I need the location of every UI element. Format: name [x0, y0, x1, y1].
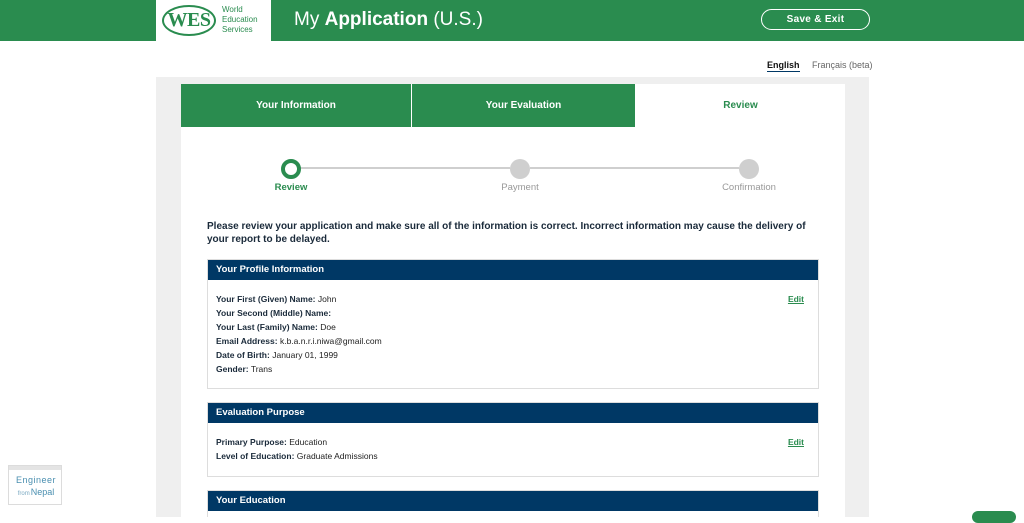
- tab-review[interactable]: Review: [636, 84, 845, 127]
- step-review-dot: [281, 159, 301, 179]
- field-label: Your Last (Family) Name:: [216, 322, 318, 332]
- field-value: Education: [289, 437, 328, 447]
- profile-row: Date of Birth: January 01, 1999: [216, 350, 338, 361]
- step-review-label: Review: [274, 182, 308, 193]
- profile-row: Email Address: k.b.a.n.r.i.niwa@gmail.co…: [216, 336, 382, 347]
- logo-mark: WES: [167, 9, 211, 31]
- education-section: Your Education: [207, 490, 819, 517]
- watermark-nepal: Nepal: [30, 487, 55, 497]
- edit-purpose-link[interactable]: Edit: [788, 437, 804, 447]
- field-value: Doe: [320, 322, 336, 332]
- review-instructions: Please review your application and make …: [207, 221, 806, 245]
- title-suffix: (U.S.): [428, 9, 483, 30]
- logo-line-1: World: [222, 5, 243, 14]
- tab-your-evaluation[interactable]: Your Evaluation: [412, 84, 635, 127]
- field-value: John: [317, 294, 337, 304]
- profile-section-title: Your Profile Information: [208, 260, 818, 280]
- purpose-section: Evaluation Purpose Edit Primary Purpose:…: [207, 402, 819, 477]
- field-label: Gender:: [216, 364, 249, 374]
- field-label: Primary Purpose:: [216, 437, 287, 447]
- profile-row: Gender: Trans: [216, 364, 272, 375]
- step-confirmation-label: Confirmation: [722, 182, 776, 193]
- logo-text: World Education Services: [222, 5, 270, 35]
- profile-row: Your Second (Middle) Name:: [216, 308, 331, 319]
- step-confirmation-dot: [739, 159, 759, 179]
- step-payment-label: Payment: [501, 182, 539, 193]
- title-bold: Application: [324, 9, 429, 30]
- field-label: Your Second (Middle) Name:: [216, 308, 332, 318]
- save-exit-button[interactable]: Save & Exit: [761, 9, 870, 30]
- page-title: My Application (U.S.): [294, 9, 483, 31]
- wes-logo[interactable]: WES World Education Services: [156, 0, 271, 41]
- tab-your-information[interactable]: Your Information: [181, 84, 411, 127]
- field-value: Trans: [250, 364, 273, 374]
- title-prefix: My: [294, 9, 325, 30]
- top-bar: [0, 0, 1024, 41]
- progress-line: [300, 167, 510, 169]
- edit-profile-link[interactable]: Edit: [788, 294, 804, 304]
- field-label: Your First (Given) Name:: [216, 294, 316, 304]
- progress-line: [530, 167, 739, 169]
- profile-section: Your Profile Information Edit Your First…: [207, 259, 819, 389]
- language-french-link[interactable]: Français (beta): [812, 59, 873, 71]
- profile-row: Your Last (Family) Name: Doe: [216, 322, 336, 333]
- field-value: January 01, 1999: [272, 350, 338, 360]
- step-payment-dot: [510, 159, 530, 179]
- field-value: Graduate Admissions: [296, 451, 378, 461]
- field-label: Level of Education:: [216, 451, 295, 461]
- watermark-line-2: fromNepal: [11, 487, 61, 499]
- chat-button[interactable]: [972, 511, 1016, 523]
- profile-row: Your First (Given) Name: John: [216, 294, 336, 305]
- language-english-link[interactable]: English: [767, 59, 800, 72]
- badge-bar: [9, 466, 61, 470]
- logo-line-2: Education: [222, 15, 258, 24]
- education-section-title: Your Education: [208, 491, 818, 511]
- purpose-row: Level of Education: Graduate Admissions: [216, 451, 378, 462]
- logo-line-3: Services: [222, 25, 253, 34]
- field-label: Date of Birth:: [216, 350, 270, 360]
- purpose-row: Primary Purpose: Education: [216, 437, 327, 448]
- purpose-section-title: Evaluation Purpose: [208, 403, 818, 423]
- field-label: Email Address:: [216, 336, 278, 346]
- watermark-small: from: [17, 491, 30, 497]
- watermark-badge: Engineer fromNepal: [8, 465, 62, 505]
- watermark-line-1: Engineer: [15, 475, 57, 485]
- field-value: k.b.a.n.r.i.niwa@gmail.com: [279, 336, 382, 346]
